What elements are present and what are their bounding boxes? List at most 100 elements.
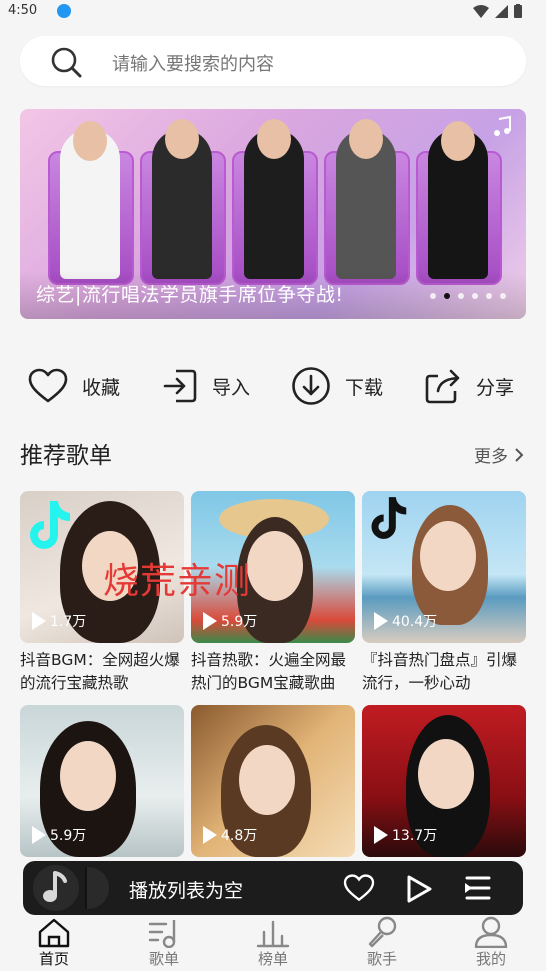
- playlist-card[interactable]: 4.8万: [191, 705, 355, 857]
- playlist-title: 抖音热歌：火遍全网最热门的BGM宝藏歌曲: [191, 651, 347, 692]
- playlist-title: 抖音BGM：全网超火爆的流行宝藏热歌: [20, 651, 180, 692]
- play-icon: [32, 612, 46, 630]
- cover-face: [60, 741, 116, 811]
- play-count: 40.4万: [374, 611, 437, 631]
- download-notification-icon: [57, 4, 71, 18]
- play-count: 5.9万: [203, 611, 257, 631]
- cover-face: [247, 531, 303, 601]
- wifi-icon: [473, 4, 489, 18]
- user-icon: [474, 916, 508, 948]
- playlist-queue-icon[interactable]: [463, 874, 493, 902]
- signal-icon: [495, 4, 508, 18]
- banner-performer-head: [349, 119, 383, 159]
- playlist-cover: 4.8万: [191, 705, 355, 857]
- favorite-label: 收藏: [82, 376, 121, 399]
- tab-playlist-label: 歌单: [148, 950, 179, 968]
- home-icon: [38, 918, 70, 948]
- search-placeholder: 请输入要搜索的内容: [112, 54, 274, 75]
- banner-dot[interactable]: [430, 293, 436, 299]
- tab-me-label: 我的: [475, 950, 506, 968]
- tab-singers-label: 歌手: [366, 950, 397, 968]
- share-icon: [425, 369, 460, 404]
- play-icon: [374, 826, 388, 844]
- play-count: 13.7万: [374, 825, 437, 845]
- chevron-right-icon: [515, 447, 524, 462]
- heart-icon[interactable]: [343, 874, 375, 902]
- play-icon: [374, 612, 388, 630]
- play-icon: [32, 826, 46, 844]
- import-label: 导入: [212, 376, 251, 399]
- favorite-button[interactable]: 收藏: [28, 360, 120, 412]
- music-note-icon: [494, 115, 511, 136]
- play-icon: [203, 612, 217, 630]
- share-button[interactable]: 分享: [424, 360, 514, 412]
- chart-icon: [256, 920, 290, 948]
- section-title: 推荐歌单: [20, 443, 112, 469]
- tab-charts[interactable]: 榜单: [238, 916, 308, 969]
- mini-player[interactable]: 播放列表为空: [23, 861, 523, 915]
- tiktok-logo-icon: [371, 497, 407, 539]
- playlist-icon: [148, 920, 176, 948]
- status-bar: 4:50: [0, 0, 546, 24]
- download-button[interactable]: 下载: [291, 360, 383, 412]
- bottom-tab-bar: 首页 歌单 榜单 歌手 我的: [0, 916, 546, 971]
- playlist-card[interactable]: 40.4万 『抖音热门盘点』引爆流行，一秒心动: [362, 491, 526, 695]
- play-count-value: 4.8万: [221, 828, 258, 844]
- download-label: 下载: [345, 376, 384, 399]
- cover-face: [420, 521, 476, 591]
- watermark-text: 烧荒亲测: [103, 561, 252, 602]
- play-count: 4.8万: [203, 825, 257, 845]
- banner-performer-head: [73, 121, 107, 161]
- banner-performer-head: [165, 119, 199, 159]
- tab-charts-label: 榜单: [257, 950, 288, 968]
- banner-dot-active[interactable]: [444, 293, 450, 299]
- banner-dot[interactable]: [500, 293, 506, 299]
- banner-performer-head: [257, 119, 291, 159]
- playlist-cover: 40.4万: [362, 491, 526, 643]
- banner-caption: 综艺|流行唱法学员旗手席位争夺战!: [36, 284, 344, 306]
- play-count-value: 40.4万: [392, 614, 438, 630]
- tab-home[interactable]: 首页: [19, 916, 89, 969]
- share-label: 分享: [476, 376, 515, 399]
- play-icon[interactable]: [405, 874, 433, 904]
- microphone-icon: [368, 916, 397, 948]
- tab-me[interactable]: 我的: [456, 916, 526, 969]
- play-icon: [203, 826, 217, 844]
- player-status: 播放列表为空: [129, 880, 244, 902]
- play-count-value: 1.7万: [50, 614, 87, 630]
- music-note-icon: [33, 865, 79, 911]
- banner-carousel[interactable]: 综艺|流行唱法学员旗手席位争夺战!: [20, 109, 526, 319]
- heart-icon: [28, 368, 68, 403]
- play-count-value: 5.9万: [221, 614, 258, 630]
- album-disc: [85, 867, 109, 909]
- import-button[interactable]: 导入: [162, 360, 250, 412]
- more-label: 更多: [474, 447, 508, 467]
- banner-dot[interactable]: [486, 293, 492, 299]
- quick-actions: 收藏 导入 下载 分享: [0, 360, 546, 412]
- playlist-title: 『抖音热门盘点』引爆流行，一秒心动: [362, 651, 518, 692]
- import-icon: [163, 369, 197, 403]
- tab-singers[interactable]: 歌手: [347, 916, 417, 969]
- status-icons: [473, 4, 522, 18]
- download-icon: [292, 367, 330, 405]
- battery-icon: [514, 4, 522, 18]
- banner-performer-head: [441, 121, 475, 161]
- tab-home-label: 首页: [38, 950, 69, 968]
- tiktok-logo-icon: [30, 501, 70, 549]
- tab-playlist[interactable]: 歌单: [129, 916, 199, 969]
- playlist-card[interactable]: 13.7万: [362, 705, 526, 857]
- play-count-value: 13.7万: [392, 828, 438, 844]
- search-icon: [51, 47, 82, 78]
- cover-face: [418, 739, 474, 809]
- playlist-card[interactable]: 5.9万: [20, 705, 184, 857]
- cover-face: [239, 745, 295, 815]
- playlist-cover: 5.9万: [20, 705, 184, 857]
- more-link[interactable]: 更多: [474, 442, 524, 467]
- banner-dots[interactable]: [430, 293, 506, 299]
- search-bar[interactable]: 请输入要搜索的内容: [20, 36, 526, 86]
- play-count: 5.9万: [32, 825, 86, 845]
- play-count-value: 5.9万: [50, 828, 87, 844]
- playlist-cover: 13.7万: [362, 705, 526, 857]
- banner-dot[interactable]: [458, 293, 464, 299]
- banner-dot[interactable]: [472, 293, 478, 299]
